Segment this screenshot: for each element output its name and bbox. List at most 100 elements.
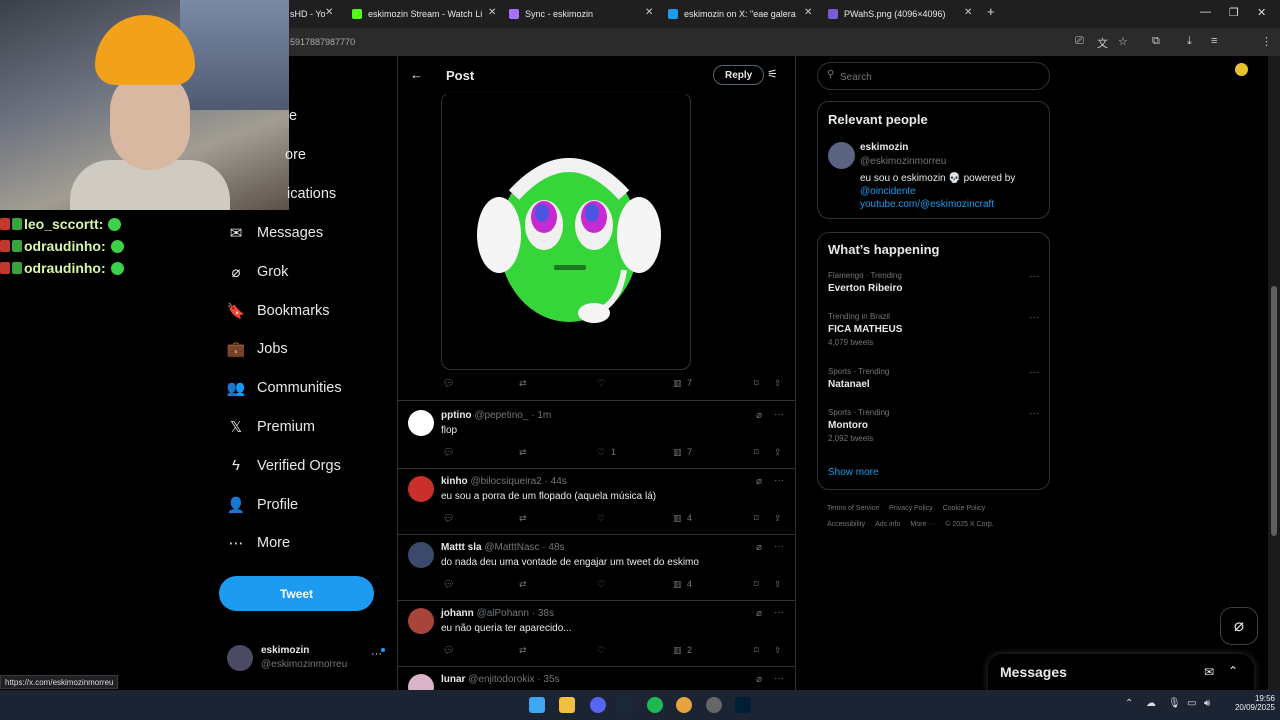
reply-author-name[interactable]: Mattt sla bbox=[441, 542, 482, 553]
views-icon[interactable]: ▥ bbox=[673, 513, 682, 524]
trend-item[interactable]: Trending in Brazil FICA MATHEUS 4,079 twee… bbox=[828, 312, 1043, 347]
start-icon[interactable] bbox=[529, 697, 545, 713]
footer-link[interactable]: Privacy Policy bbox=[889, 505, 933, 512]
sliders-icon[interactable]: ⚟ bbox=[767, 67, 778, 81]
sidebar-item-home-partial[interactable]: e bbox=[289, 101, 297, 131]
bookmark-icon[interactable]: ⌑ bbox=[754, 579, 759, 590]
tab-close-icon[interactable]: ✕ bbox=[645, 7, 653, 18]
sidebar-item-bookmarks[interactable]: 🔖 Bookmarks bbox=[227, 296, 330, 326]
reply-icon[interactable]: 💬︎ bbox=[443, 378, 454, 389]
page-scrollbar[interactable] bbox=[1268, 56, 1280, 692]
minimize-icon[interactable]: — bbox=[1200, 6, 1211, 18]
post-media[interactable] bbox=[441, 92, 691, 370]
expand-icon[interactable]: ⌃ bbox=[1228, 664, 1238, 678]
scrollbar-thumb[interactable] bbox=[1271, 286, 1277, 536]
system-clock[interactable]: 19:56 20/09/2025 bbox=[1225, 694, 1275, 712]
browser-menu-icon[interactable]: ⋮ bbox=[1261, 35, 1272, 48]
extensions-icon[interactable]: ⧉ bbox=[1152, 35, 1160, 48]
reply-time[interactable]: 1m bbox=[537, 410, 551, 421]
grok-icon[interactable]: ⌀ bbox=[756, 542, 762, 553]
search-box[interactable]: ⚲ bbox=[817, 62, 1050, 90]
trend-item[interactable]: Sports · Trending Montoro 2,092 tweets ··· bbox=[828, 408, 1043, 443]
network-icon[interactable]: ▭ bbox=[1187, 698, 1196, 709]
views-icon[interactable]: ▥ bbox=[673, 447, 682, 458]
tab-close-icon[interactable]: ✕ bbox=[804, 7, 812, 18]
browser-tab[interactable]: Sync - eskimozin bbox=[509, 4, 639, 24]
sidebar-item-verified-orgs[interactable]: ϟ Verified Orgs bbox=[227, 451, 341, 481]
footer-link[interactable]: Accessibility bbox=[827, 521, 865, 528]
retweet-icon[interactable]: ⇄ bbox=[519, 447, 527, 458]
retweet-icon[interactable]: ⇄ bbox=[519, 579, 527, 590]
translate-icon[interactable]: 文 bbox=[1097, 35, 1108, 51]
reply-author-name[interactable]: lunar bbox=[441, 674, 465, 685]
share-icon[interactable]: ⇪ bbox=[774, 378, 782, 389]
footer-link[interactable]: Ads info bbox=[875, 521, 900, 528]
messages-drawer[interactable]: Messages ✉ ⌃ bbox=[988, 654, 1254, 694]
account-switcher[interactable]: eskimozin @eskimozinmorreu ··· bbox=[227, 643, 387, 675]
trend-item[interactable]: Sports · Trending Natanael ··· bbox=[828, 367, 1043, 390]
bookmark-icon[interactable]: ⌑ bbox=[754, 378, 759, 389]
reply-icon[interactable]: 💬︎ bbox=[443, 513, 454, 524]
reply-icon[interactable]: 💬︎ bbox=[443, 579, 454, 590]
avatar[interactable] bbox=[408, 542, 434, 568]
steam-icon[interactable] bbox=[617, 697, 633, 713]
more-icon[interactable]: ··· bbox=[1029, 312, 1039, 323]
like-icon[interactable]: ♡ bbox=[597, 513, 605, 524]
avatar[interactable] bbox=[408, 410, 434, 436]
retweet-icon[interactable]: ⇄ bbox=[519, 645, 527, 656]
sidebar-item-grok[interactable]: ⌀ Grok bbox=[227, 257, 288, 287]
reply-time[interactable]: 44s bbox=[551, 476, 567, 487]
tab-close-icon[interactable]: ✕ bbox=[488, 7, 496, 18]
maximize-icon[interactable]: ❐ bbox=[1229, 6, 1239, 19]
browser-tab[interactable]: sHD - Yo bbox=[290, 4, 330, 24]
browser-profile-avatar[interactable] bbox=[1235, 63, 1248, 76]
like-icon[interactable]: ♡ bbox=[597, 378, 605, 389]
sidebar-item-notifications-partial[interactable]: ications bbox=[287, 179, 336, 209]
like-icon[interactable]: ♡ bbox=[597, 579, 605, 590]
microphone-icon[interactable]: 🎙︎ bbox=[1168, 698, 1181, 709]
reply-author-name[interactable]: johann bbox=[441, 608, 474, 619]
grok-icon[interactable]: ⌀ bbox=[756, 476, 762, 487]
sidebar-item-explore-partial[interactable]: ore bbox=[285, 140, 306, 170]
footer-link[interactable]: © 2025 X Corp. bbox=[945, 521, 993, 528]
retweet-icon[interactable]: ⇄ bbox=[519, 378, 527, 389]
footer-link[interactable]: Cookie Policy bbox=[943, 505, 985, 512]
back-arrow-icon[interactable]: ← bbox=[410, 67, 423, 82]
discord-icon[interactable] bbox=[590, 697, 606, 713]
sidebar-item-messages[interactable]: ✉ Messages bbox=[227, 218, 323, 248]
more-icon[interactable]: ··· bbox=[1029, 367, 1039, 378]
share-icon[interactable]: ⇪ bbox=[774, 447, 782, 458]
reply-time[interactable]: 48s bbox=[548, 542, 564, 553]
like-icon[interactable]: ♡ bbox=[597, 645, 605, 656]
bookmark-star-icon[interactable]: ☆ bbox=[1118, 35, 1128, 48]
bio-youtube-link[interactable]: youtube.com/@eskimozincraft bbox=[860, 199, 994, 210]
browser-tab[interactable]: eskimozin on X: "eae galera bel bbox=[668, 4, 798, 24]
tweet-button[interactable]: Tweet bbox=[219, 576, 374, 611]
more-icon[interactable]: ··· bbox=[774, 673, 784, 684]
new-tab-button[interactable]: + bbox=[987, 4, 995, 19]
sidebar-item-profile[interactable]: 👤 Profile bbox=[227, 490, 298, 520]
reply-time[interactable]: 38s bbox=[538, 608, 554, 619]
photoshop-icon[interactable] bbox=[735, 697, 751, 713]
reply-icon[interactable]: 💬︎ bbox=[443, 645, 454, 656]
reply-icon[interactable]: 💬︎ bbox=[443, 447, 454, 458]
views-icon[interactable]: ▥ bbox=[673, 579, 682, 590]
bookmark-icon[interactable]: ⌑ bbox=[754, 513, 759, 524]
reply-tweet[interactable]: pptino @pepetino_ · 1m flop ⌀ ··· 💬︎ ⇄ ♡ 1 ▥ 7 ⌑ ⇪ bbox=[398, 402, 795, 468]
reply-author-name[interactable]: pptino bbox=[441, 410, 472, 421]
tab-close-icon[interactable]: ✕ bbox=[325, 7, 333, 18]
more-icon[interactable]: ··· bbox=[774, 409, 784, 420]
search-input[interactable] bbox=[840, 69, 1040, 85]
avatar[interactable] bbox=[408, 476, 434, 502]
bookmark-icon[interactable]: ⌑ bbox=[754, 447, 759, 458]
retweet-icon[interactable]: ⇄ bbox=[519, 513, 527, 524]
new-message-icon[interactable]: ✉ bbox=[1204, 665, 1214, 679]
close-window-icon[interactable]: ✕ bbox=[1257, 6, 1266, 19]
avatar[interactable] bbox=[408, 608, 434, 634]
media-control-icon[interactable]: ≡ bbox=[1211, 35, 1217, 47]
reply-button[interactable]: Reply bbox=[713, 65, 765, 85]
browser-tab[interactable]: PWahS.png (4096×4096) bbox=[828, 4, 958, 24]
more-icon[interactable]: ··· bbox=[774, 541, 784, 552]
spotify-icon[interactable] bbox=[647, 697, 663, 713]
browser-tab[interactable]: eskimozin Stream - Watch Live bbox=[352, 4, 482, 24]
